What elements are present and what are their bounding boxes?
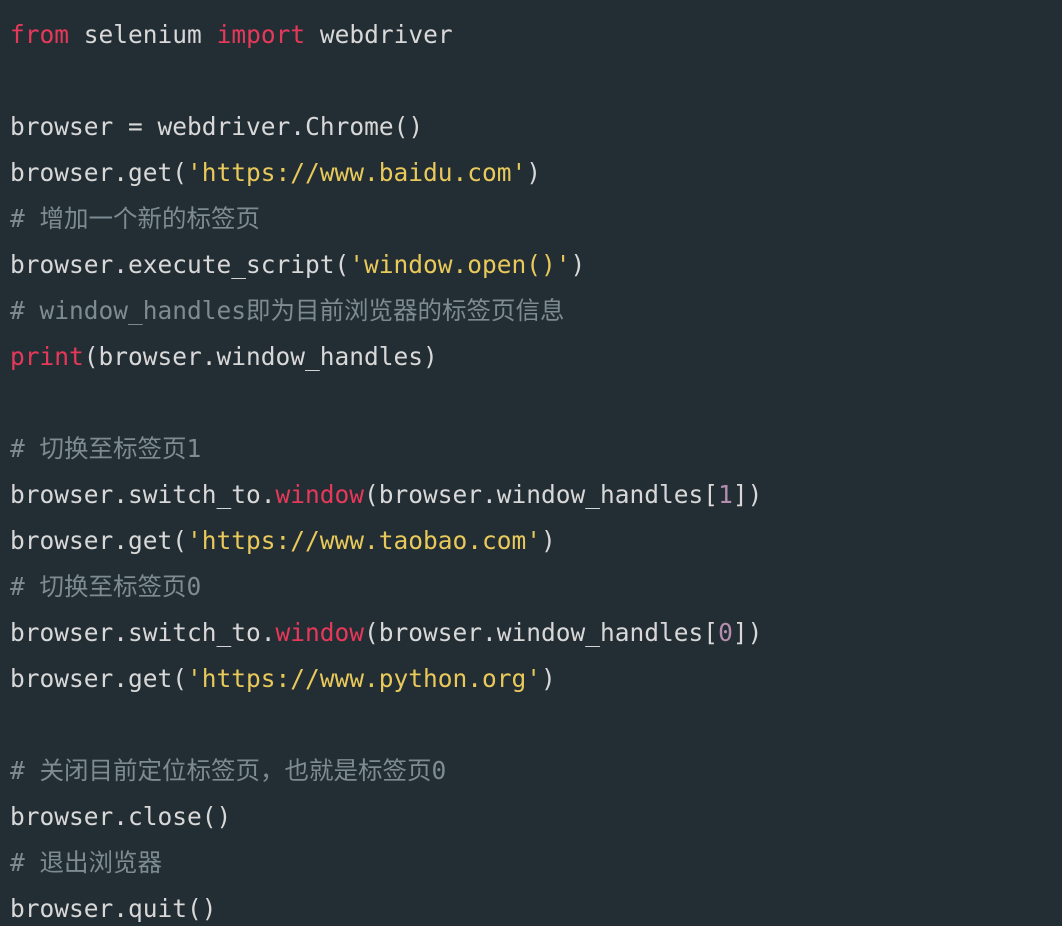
operator: = [113, 112, 157, 141]
brackets-close: ]) [733, 480, 763, 509]
statement: browser.quit() [10, 894, 217, 923]
paren-close: ) [541, 664, 556, 693]
paren-close: ) [571, 250, 586, 279]
variable: browser [10, 526, 113, 555]
paren-close: ) [541, 526, 556, 555]
builtin-print: print [10, 342, 84, 371]
keyword-from: from [10, 20, 69, 49]
number-literal: 0 [718, 618, 733, 647]
string-literal: 'window.open()' [349, 250, 570, 279]
parens: () [394, 112, 424, 141]
method-call: .get( [113, 158, 187, 187]
comment: # window_handles即为目前浏览器的标签页信息 [10, 296, 565, 325]
attr-window: window [276, 480, 365, 509]
paren-open: ( [364, 618, 379, 647]
string-literal: 'https://www.baidu.com' [187, 158, 526, 187]
comment: # 退出浏览器 [10, 848, 162, 877]
variable: browser [10, 112, 113, 141]
code-block: from selenium import webdriver browser =… [0, 0, 1062, 926]
method-call: .get( [113, 526, 187, 555]
variable: browser [10, 250, 113, 279]
comment: # 增加一个新的标签页 [10, 204, 260, 233]
paren-close: ) [526, 158, 541, 187]
keyword-import: import [217, 20, 306, 49]
variable: browser [10, 664, 113, 693]
string-literal: 'https://www.taobao.com' [187, 526, 541, 555]
class-name: Chrome [305, 112, 394, 141]
paren-open: ( [84, 342, 99, 371]
comment: # 切换至标签页0 [10, 572, 201, 601]
comment: # 切换至标签页1 [10, 434, 201, 463]
expression: browser.switch_to. [10, 618, 276, 647]
method-call: .execute_script( [113, 250, 349, 279]
string-literal: 'https://www.python.org' [187, 664, 541, 693]
comment: # 关闭目前定位标签页，也就是标签页0 [10, 756, 446, 785]
expression: browser.window_handles[ [379, 618, 718, 647]
method-call: .get( [113, 664, 187, 693]
variable: browser [10, 158, 113, 187]
attr-window: window [276, 618, 365, 647]
number-literal: 1 [718, 480, 733, 509]
statement: browser.close() [10, 802, 231, 831]
brackets-close: ]) [733, 618, 763, 647]
dot: . [290, 112, 305, 141]
paren-open: ( [364, 480, 379, 509]
identifier: webdriver [158, 112, 291, 141]
module-name: webdriver [320, 20, 453, 49]
expression: browser.window_handles[ [379, 480, 718, 509]
module-name: selenium [84, 20, 202, 49]
expression: browser.window_handles [99, 342, 424, 371]
paren-close: ) [423, 342, 438, 371]
expression: browser.switch_to. [10, 480, 276, 509]
